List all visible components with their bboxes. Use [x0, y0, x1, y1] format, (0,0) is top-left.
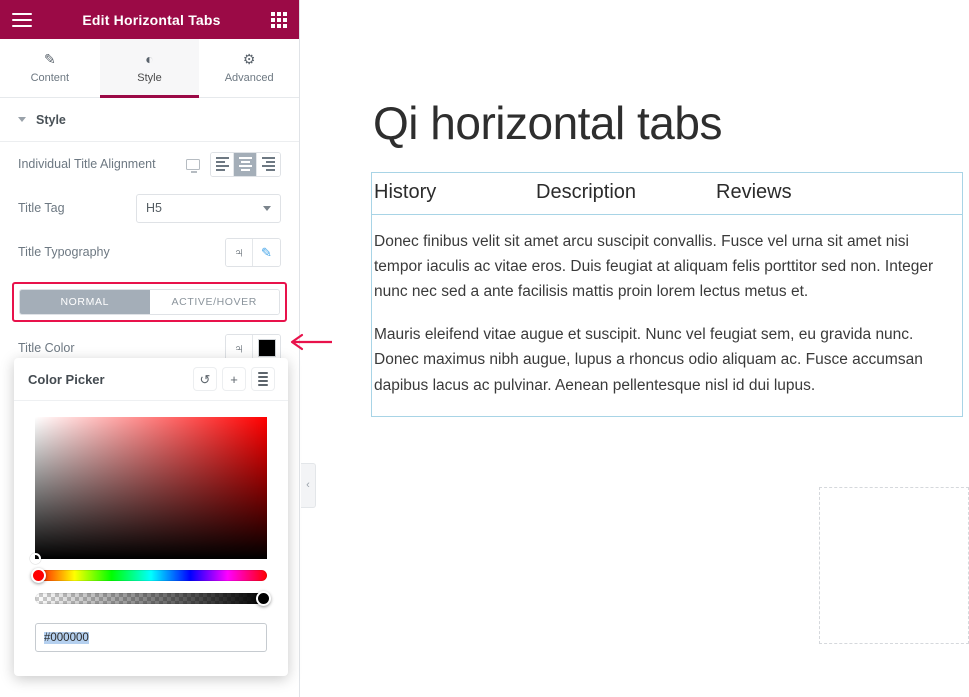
annotation-arrow-icon [290, 333, 332, 351]
caret-down-icon [18, 117, 26, 122]
editor-screen: Qi horizontal tabs History Description R… [0, 0, 969, 697]
row-title-tag: Title Tag H5 [0, 186, 299, 230]
hex-input[interactable]: #000000 [35, 623, 267, 652]
hue-slider[interactable] [31, 568, 267, 583]
tab-description[interactable]: Description [534, 181, 714, 204]
grid-icon[interactable] [271, 11, 287, 28]
chevron-down-icon [263, 205, 271, 211]
desktop-icon[interactable] [186, 158, 200, 173]
align-right-button[interactable] [257, 152, 280, 176]
typography-edit-pencil-icon[interactable]: ✎ [253, 238, 280, 266]
paragraph-2: Mauris eleifend vitae augue et suscipit.… [374, 326, 923, 394]
alpha-slider-handle[interactable] [256, 591, 271, 606]
saturation-pointer-handle[interactable] [30, 553, 41, 564]
toggle-normal[interactable]: NORMAL [20, 290, 150, 314]
color-picker-popover[interactable]: Color Picker ↺ + #000000 [14, 358, 288, 676]
panel-tabs: ✎ Content ◐ Style ⚙ Advanced [0, 39, 300, 98]
label-individual-title-alignment: Individual Title Alignment [18, 157, 156, 171]
label-title-tag: Title Tag [18, 201, 65, 215]
color-swatch [257, 339, 276, 357]
label-title-color: Title Color [18, 341, 75, 355]
page-title: Qi horizontal tabs [373, 97, 722, 149]
title-tag-value: H5 [146, 201, 162, 215]
title-tag-select[interactable]: H5 [136, 193, 281, 223]
align-center-button[interactable] [234, 152, 257, 176]
toggle-active-hover[interactable]: ACTIVE/HOVER [149, 290, 279, 314]
horizontal-tabs-widget[interactable]: History Description Reviews Donec finibu… [371, 172, 963, 417]
empty-dashed-placeholder [819, 487, 969, 644]
tab-reviews[interactable]: Reviews [714, 181, 792, 204]
tab-content[interactable]: ✎ Content [0, 39, 100, 97]
alpha-slider[interactable] [35, 591, 271, 606]
color-library-stack-icon[interactable] [252, 368, 274, 390]
half-circle-icon: ◐ [145, 51, 154, 67]
section-style-header[interactable]: Style [0, 98, 299, 142]
section-style-title: Style [36, 112, 66, 127]
add-icon[interactable]: + [223, 368, 245, 390]
tab-content-label: Content [30, 72, 70, 84]
state-toggle-group: NORMAL ACTIVE/HOVER [19, 289, 280, 315]
panel-title: Edit Horizontal Tabs [82, 11, 221, 28]
tab-advanced-label: Advanced [224, 72, 274, 84]
paragraph-1: Donec finibus velit sit amet arcu suscip… [374, 233, 934, 301]
state-toggle-highlight: NORMAL ACTIVE/HOVER [12, 282, 287, 322]
globe-icon[interactable]: ♃ [226, 238, 253, 266]
color-picker-header: Color Picker ↺ + [14, 358, 288, 401]
reset-icon[interactable]: ↺ [194, 368, 216, 390]
tab-history[interactable]: History [372, 181, 534, 204]
color-picker-title: Color Picker [28, 371, 105, 387]
typography-buttons: ♃ ✎ [225, 237, 281, 267]
tab-pane-history: Donec finibus velit sit amet arcu suscip… [372, 215, 962, 416]
alignment-button-group [210, 151, 281, 177]
label-title-typography: Title Typography [18, 245, 110, 259]
row-individual-title-alignment: Individual Title Alignment [0, 142, 299, 186]
tab-advanced[interactable]: ⚙ Advanced [199, 39, 300, 97]
row-title-typography: Title Typography ♃ ✎ [0, 230, 299, 274]
panel-header: Edit Horizontal Tabs [0, 0, 299, 39]
gear-icon: ⚙ [242, 51, 256, 67]
hex-value: #000000 [44, 631, 89, 644]
preview-canvas: Qi horizontal tabs History Description R… [301, 0, 969, 697]
hue-slider-handle[interactable] [31, 568, 46, 583]
hamburger-icon[interactable] [12, 12, 32, 27]
tab-style-label: Style [137, 72, 162, 84]
panel-collapse-button[interactable]: ‹ [301, 463, 316, 508]
pencil-icon: ✎ [43, 51, 56, 67]
chevron-left-icon: ‹ [306, 479, 310, 491]
saturation-value-area[interactable] [30, 417, 267, 564]
tabs-nav: History Description Reviews [372, 173, 962, 215]
align-left-button[interactable] [211, 152, 234, 176]
tab-style[interactable]: ◐ Style [99, 39, 200, 98]
color-picker-actions: ↺ + [194, 368, 274, 390]
editor-panel: Edit Horizontal Tabs ✎ Content ◐ Style ⚙… [0, 0, 300, 697]
